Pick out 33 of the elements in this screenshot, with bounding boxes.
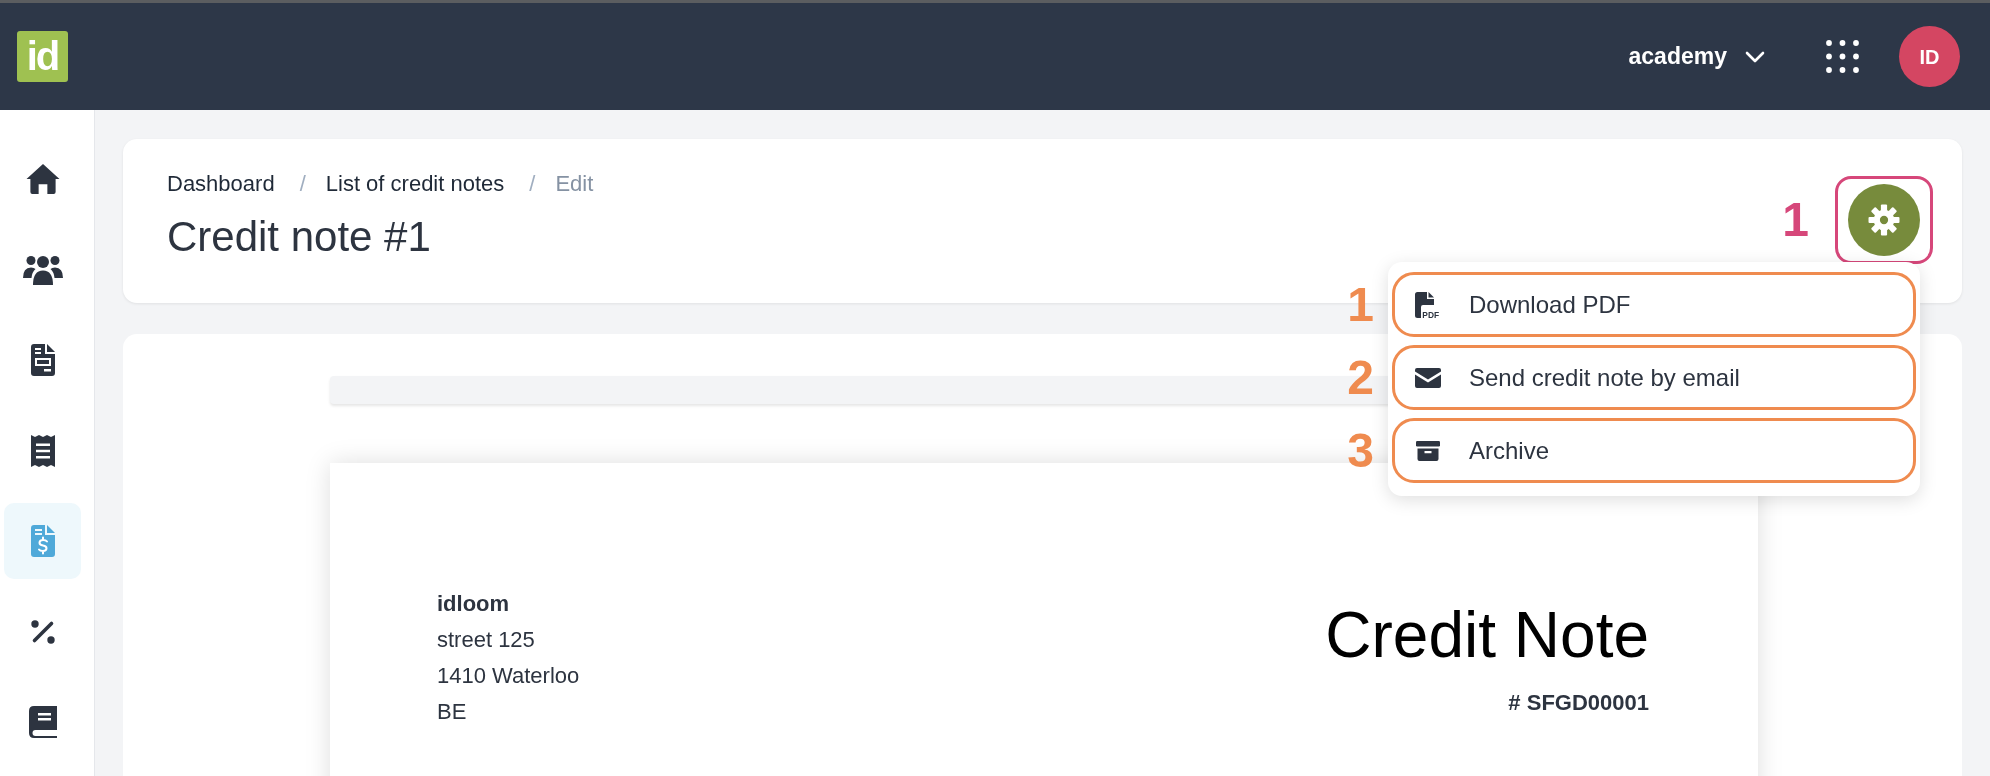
breadcrumb-link[interactable]: List of credit notes xyxy=(325,172,505,196)
percent-icon xyxy=(30,619,55,644)
users-icon xyxy=(22,254,63,285)
callout-number: 3 xyxy=(1347,426,1374,475)
home-icon xyxy=(24,163,61,195)
callout-number: 2 xyxy=(1347,353,1374,402)
address-line: BE xyxy=(437,698,468,726)
breadcrumb-link[interactable]: Dashboard xyxy=(167,172,275,196)
chevron-down-icon xyxy=(1745,50,1765,63)
receipt-icon xyxy=(30,434,55,467)
breadcrumb-current: Edit xyxy=(555,172,594,196)
address-line: street 125 xyxy=(437,626,536,654)
menu-item[interactable]: Archive xyxy=(1392,418,1916,483)
callout-number: 1 xyxy=(1347,280,1374,329)
envelope-icon xyxy=(1415,367,1441,388)
menu-item[interactable]: PDF Download PDF xyxy=(1392,272,1916,337)
document-title: Credit Note xyxy=(1325,598,1649,672)
sender-name: idloom xyxy=(437,590,511,618)
page-title: Credit note #1 xyxy=(167,213,432,261)
address-line: 1410 Waterloo xyxy=(437,662,580,690)
apps-grid-icon[interactable] xyxy=(1826,40,1859,73)
archive-box-icon xyxy=(1416,440,1440,461)
document-icon xyxy=(30,344,55,376)
dollar-document-icon xyxy=(30,525,55,557)
breadcrumb-separator: / xyxy=(299,172,306,196)
settings-icon xyxy=(1868,204,1900,236)
menu-item[interactable]: Send credit note by email xyxy=(1392,345,1916,410)
book-icon xyxy=(28,706,57,738)
account-dropdown[interactable]: academy xyxy=(1628,45,1765,68)
breadcrumb-separator: / xyxy=(529,172,536,196)
avatar[interactable]: ID xyxy=(1899,26,1960,87)
callout-number: 1 xyxy=(1782,196,1809,244)
document-number: # SFGD00001 xyxy=(1508,689,1649,717)
